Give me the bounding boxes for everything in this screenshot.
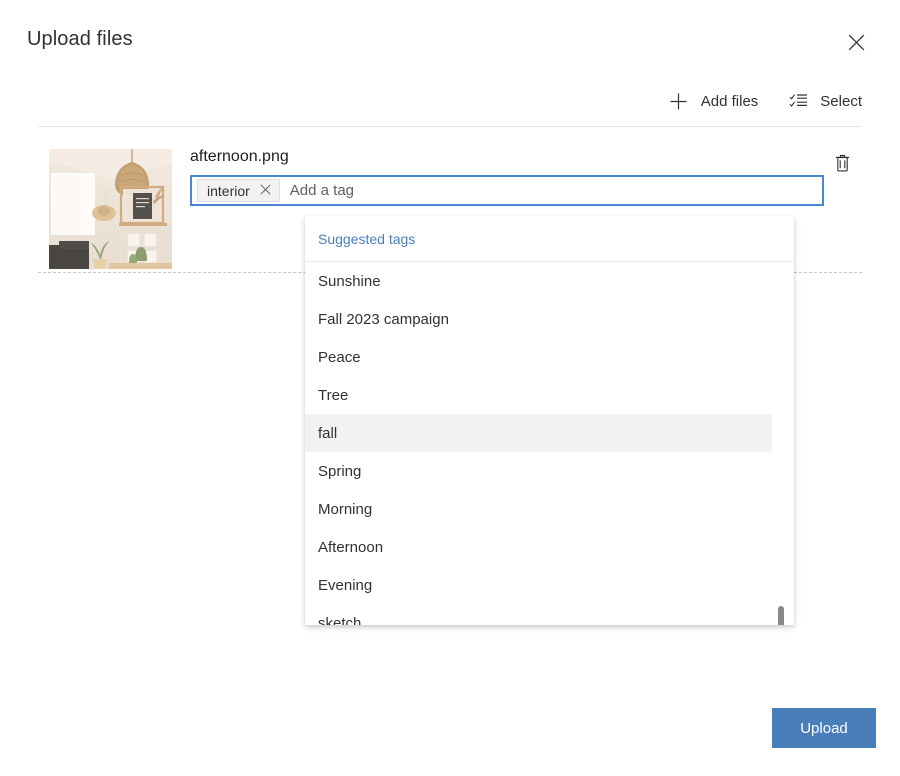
list-item[interactable]: sketch: [305, 604, 772, 625]
suggestion-label: Peace: [318, 349, 361, 366]
suggestion-label: fall: [318, 425, 337, 442]
close-button[interactable]: [836, 22, 876, 62]
suggestion-label: Evening: [318, 577, 372, 594]
add-files-label: Add files: [701, 93, 759, 110]
add-tag-input[interactable]: [288, 178, 819, 203]
file-name: afternoon.png: [190, 148, 289, 166]
add-files-button[interactable]: Add files: [667, 87, 761, 115]
list-item[interactable]: Spring: [305, 452, 772, 490]
tag-pill: interior: [197, 179, 280, 202]
checklist-icon: [788, 91, 808, 111]
list-item[interactable]: Fall 2023 campaign: [305, 300, 772, 338]
command-bar: Add files Select: [667, 84, 864, 118]
upload-files-dialog: Upload files Add files: [0, 0, 900, 776]
tag-remove-button[interactable]: [253, 180, 279, 201]
suggested-tags-list[interactable]: Sunshine Fall 2023 campaign Peace Tree f…: [305, 262, 794, 625]
list-item[interactable]: Afternoon: [305, 528, 772, 566]
tag-input-field[interactable]: interior: [190, 175, 824, 206]
suggested-tags-dropdown: Suggested tags Sunshine Fall 2023 campai…: [305, 216, 794, 625]
list-item[interactable]: fall: [305, 414, 772, 452]
dialog-header: Upload files: [0, 0, 900, 78]
list-item[interactable]: Evening: [305, 566, 772, 604]
close-icon: [260, 183, 271, 198]
select-button[interactable]: Select: [786, 87, 864, 115]
suggestion-label: Tree: [318, 387, 348, 404]
suggestion-label: Afternoon: [318, 539, 383, 556]
page-title: Upload files: [27, 28, 133, 51]
list-item[interactable]: Tree: [305, 376, 772, 414]
delete-file-button[interactable]: [826, 148, 858, 180]
trash-icon: [834, 154, 851, 175]
plus-icon: [669, 91, 689, 111]
list-item[interactable]: Morning: [305, 490, 772, 528]
select-label: Select: [820, 93, 862, 110]
suggestion-label: sketch: [318, 615, 361, 626]
suggestion-label: Morning: [318, 501, 372, 518]
suggested-tags-header: Suggested tags: [305, 216, 794, 262]
scrollbar-thumb[interactable]: [778, 606, 784, 625]
suggestion-label: Fall 2023 campaign: [318, 311, 449, 328]
tag-pill-label: interior: [207, 183, 250, 199]
suggestion-label: Sunshine: [318, 273, 381, 290]
suggestion-label: Spring: [318, 463, 361, 480]
header-divider: [38, 126, 862, 127]
scrollbar[interactable]: [778, 262, 784, 625]
dialog-footer: Upload: [0, 686, 900, 776]
list-item[interactable]: Peace: [305, 338, 772, 376]
file-thumbnail: [49, 149, 172, 269]
upload-button[interactable]: Upload: [772, 708, 876, 748]
list-item[interactable]: Sunshine: [305, 262, 772, 300]
close-icon: [848, 34, 865, 51]
